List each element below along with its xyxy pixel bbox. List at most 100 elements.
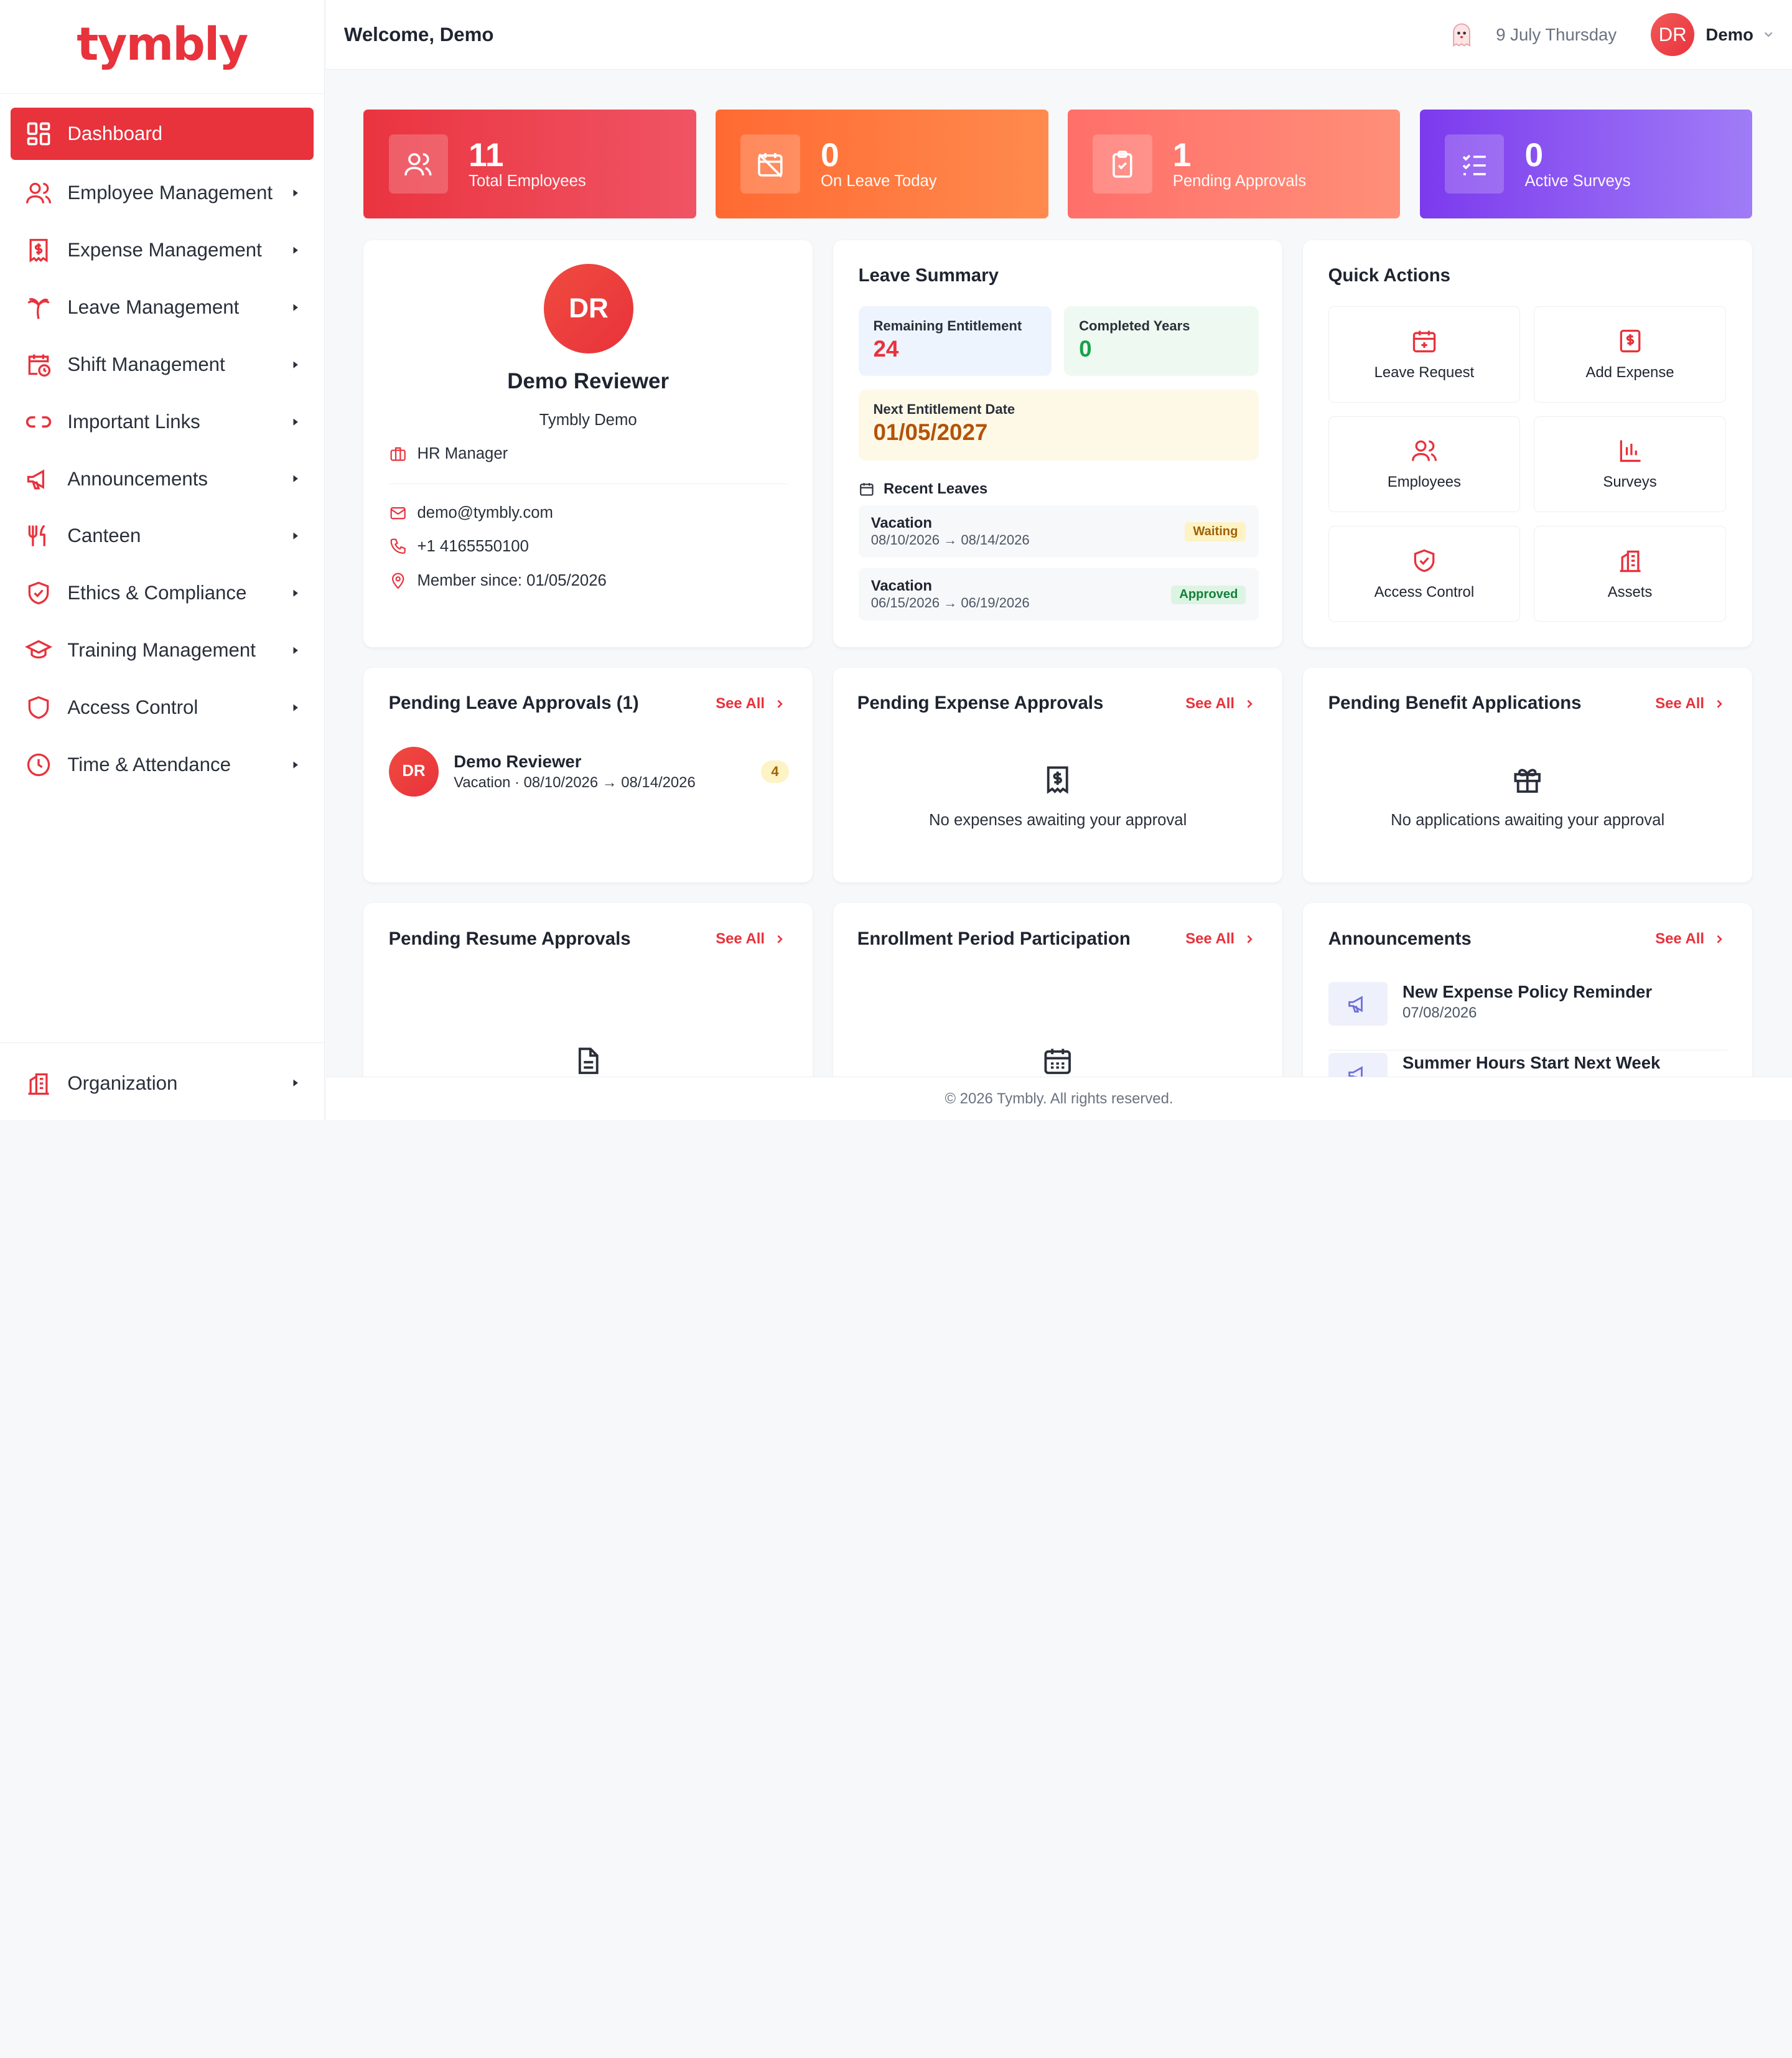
quick-action-surveys[interactable]: Surveys	[1534, 416, 1726, 512]
stat-value: 11	[469, 136, 504, 174]
recent-leaves-header: Recent Leaves	[859, 480, 987, 498]
sidebar-item-label: Access Control	[67, 696, 198, 719]
chevron-right-icon	[293, 1080, 298, 1087]
sidebar-item-ethics-compliance[interactable]: Ethics & Compliance	[0, 564, 324, 622]
chevron-right-icon	[293, 475, 298, 483]
profile-phone[interactable]: +1 4165550100	[417, 538, 528, 556]
remaining-entitlement-box: Remaining Entitlement 24	[858, 306, 1052, 377]
quick-action-label: Access Control	[1374, 583, 1475, 601]
sidebar-item-training-management[interactable]: Training Management	[0, 622, 324, 679]
see-all-label: See All	[716, 695, 765, 712]
sidebar-item-important-links[interactable]: Important Links	[0, 393, 324, 451]
user-avatar[interactable]: DR	[1651, 12, 1695, 57]
announcement-date: 07/08/2026	[1402, 1004, 1477, 1021]
sidebar-item-expense-management[interactable]: Expense Management	[0, 222, 324, 279]
profile-role: HR Manager	[417, 444, 508, 462]
pending-leave-name: Demo Reviewer	[454, 752, 582, 772]
chevron-down-icon[interactable]	[1763, 29, 1774, 40]
quick-action-add-expense[interactable]: Add Expense	[1534, 306, 1726, 403]
quick-action-leave-request[interactable]: Leave Request	[1328, 306, 1521, 403]
pending-leave-title: Pending Leave Approvals (1)	[388, 693, 639, 714]
leave-row[interactable]: Vacation 06/15/2026 → 06/19/2026 Approve…	[858, 568, 1259, 621]
sidebar-item-shift-management[interactable]: Shift Management	[0, 336, 324, 393]
utensils-icon	[29, 525, 46, 547]
quick-actions-title: Quick Actions	[1328, 265, 1450, 286]
quick-action-label: Leave Request	[1374, 363, 1475, 381]
sidebar-item-label: Expense Management	[67, 239, 262, 261]
see-all-link[interactable]: See All	[1655, 930, 1725, 948]
stat-label: Active Surveys	[1524, 172, 1631, 190]
phone-icon	[390, 538, 406, 554]
quick-action-assets[interactable]: Assets	[1534, 526, 1726, 622]
pending-benefit-title: Pending Benefit Applications	[1328, 693, 1582, 714]
stat-card-on-leave-today[interactable]: 0 On Leave Today	[715, 110, 1048, 218]
sidebar-item-label: Leave Management	[67, 296, 240, 319]
ghost-icon[interactable]	[1448, 21, 1475, 48]
quick-action-label: Add Expense	[1585, 363, 1674, 381]
remaining-value: 24	[873, 336, 899, 362]
see-all-link[interactable]: See All	[716, 930, 785, 948]
pending-leave-row[interactable]: DR Demo Reviewer Vacation · 08/10/2026 →…	[388, 746, 789, 797]
profile-email[interactable]: demo@tymbly.com	[417, 504, 553, 522]
quick-action-access-control[interactable]: Access Control	[1328, 526, 1521, 622]
stat-card-active-surveys[interactable]: 0 Active Surveys	[1419, 110, 1753, 218]
calendar-plus-icon	[1412, 330, 1436, 353]
sidebar-item-leave-management[interactable]: Leave Management	[0, 279, 324, 336]
sidebar-item-announcements[interactable]: Announcements	[0, 451, 324, 508]
sidebar-item-access-control[interactable]: Access Control	[0, 679, 324, 736]
pending-leave-detail: Vacation · 08/10/2026 → 08/14/2026	[454, 774, 696, 791]
users-icon	[404, 152, 432, 175]
see-all-link[interactable]: See All	[716, 695, 785, 713]
logo[interactable]: tymbly	[0, 0, 324, 94]
stat-label: Total Employees	[469, 172, 586, 190]
top-header: Welcome, Demo 9 July Thursday DR Demo	[325, 0, 1792, 70]
sidebar: tymbly Dashboard Employee Management Exp…	[0, 0, 325, 1121]
sidebar-item-dashboard[interactable]: Dashboard	[10, 107, 314, 161]
see-all-label: See All	[716, 930, 765, 948]
chevron-right-icon	[293, 532, 298, 540]
stat-card-pending-approvals[interactable]: 1 Pending Approvals	[1067, 110, 1401, 218]
profile-avatar: DR	[544, 264, 633, 353]
chevron-right-icon	[293, 647, 298, 654]
next-label: Next Entitlement Date	[873, 401, 1015, 417]
link-icon	[26, 416, 52, 428]
see-all-label: See All	[1655, 695, 1704, 712]
clipboard-check-icon	[1113, 150, 1132, 178]
years-label: Completed Years	[1079, 317, 1190, 334]
chevron-right-icon	[1247, 935, 1253, 943]
pending-expense-approvals-card: Pending Expense Approvals See All No exp…	[833, 667, 1283, 883]
user-name[interactable]: Demo	[1706, 25, 1753, 45]
sidebar-item-employee-management[interactable]: Employee Management	[0, 165, 324, 222]
receipt-icon	[1620, 329, 1640, 353]
quick-actions-card: Quick Actions Leave Request Add Expense …	[1303, 240, 1753, 647]
stat-card-total-employees[interactable]: 11 Total Employees	[363, 110, 696, 218]
empty-message: No expenses awaiting your approval	[928, 812, 1187, 830]
profile-role-row: HR Manager	[389, 445, 508, 463]
see-all-link[interactable]: See All	[1185, 930, 1255, 948]
current-date: 9 July Thursday	[1496, 24, 1617, 44]
see-all-link[interactable]: See All	[1185, 695, 1255, 713]
announcement-item[interactable]: New Expense Policy Reminder 07/08/2026	[1328, 981, 1727, 1051]
see-all-link[interactable]: See All	[1655, 695, 1725, 713]
sidebar-item-label: Announcements	[67, 467, 208, 490]
quick-action-employees[interactable]: Employees	[1328, 416, 1521, 512]
sidebar-item-canteen[interactable]: Canteen	[0, 508, 324, 565]
quick-action-label: Surveys	[1603, 474, 1657, 491]
sidebar-item-organization[interactable]: Organization	[0, 1055, 324, 1112]
stat-label: On Leave Today	[820, 172, 937, 190]
document-icon	[579, 1047, 599, 1074]
sidebar-item-label: Training Management	[67, 639, 256, 662]
leave-summary-card: Leave Summary Remaining Entitlement 24 C…	[833, 240, 1283, 647]
app-root: tymbly Dashboard Employee Management Exp…	[0, 0, 1792, 1121]
chevron-right-icon	[293, 189, 298, 197]
calendar-off-icon	[758, 152, 783, 177]
copyright: © 2026 Tymbly. All rights reserved.	[945, 1090, 1174, 1107]
footer: © 2026 Tymbly. All rights reserved.	[325, 1077, 1792, 1121]
palm-tree-icon	[27, 298, 50, 319]
sidebar-item-label: Ethics & Compliance	[67, 582, 247, 604]
welcome-text: Welcome, Demo	[343, 23, 494, 45]
profile-name: Demo Reviewer	[507, 369, 670, 394]
leave-row[interactable]: Vacation 08/10/2026 → 08/14/2026 Waiting	[858, 505, 1259, 558]
sidebar-item-time-attendance[interactable]: Time & Attendance	[0, 736, 324, 793]
calendar-icon	[1044, 1049, 1071, 1074]
